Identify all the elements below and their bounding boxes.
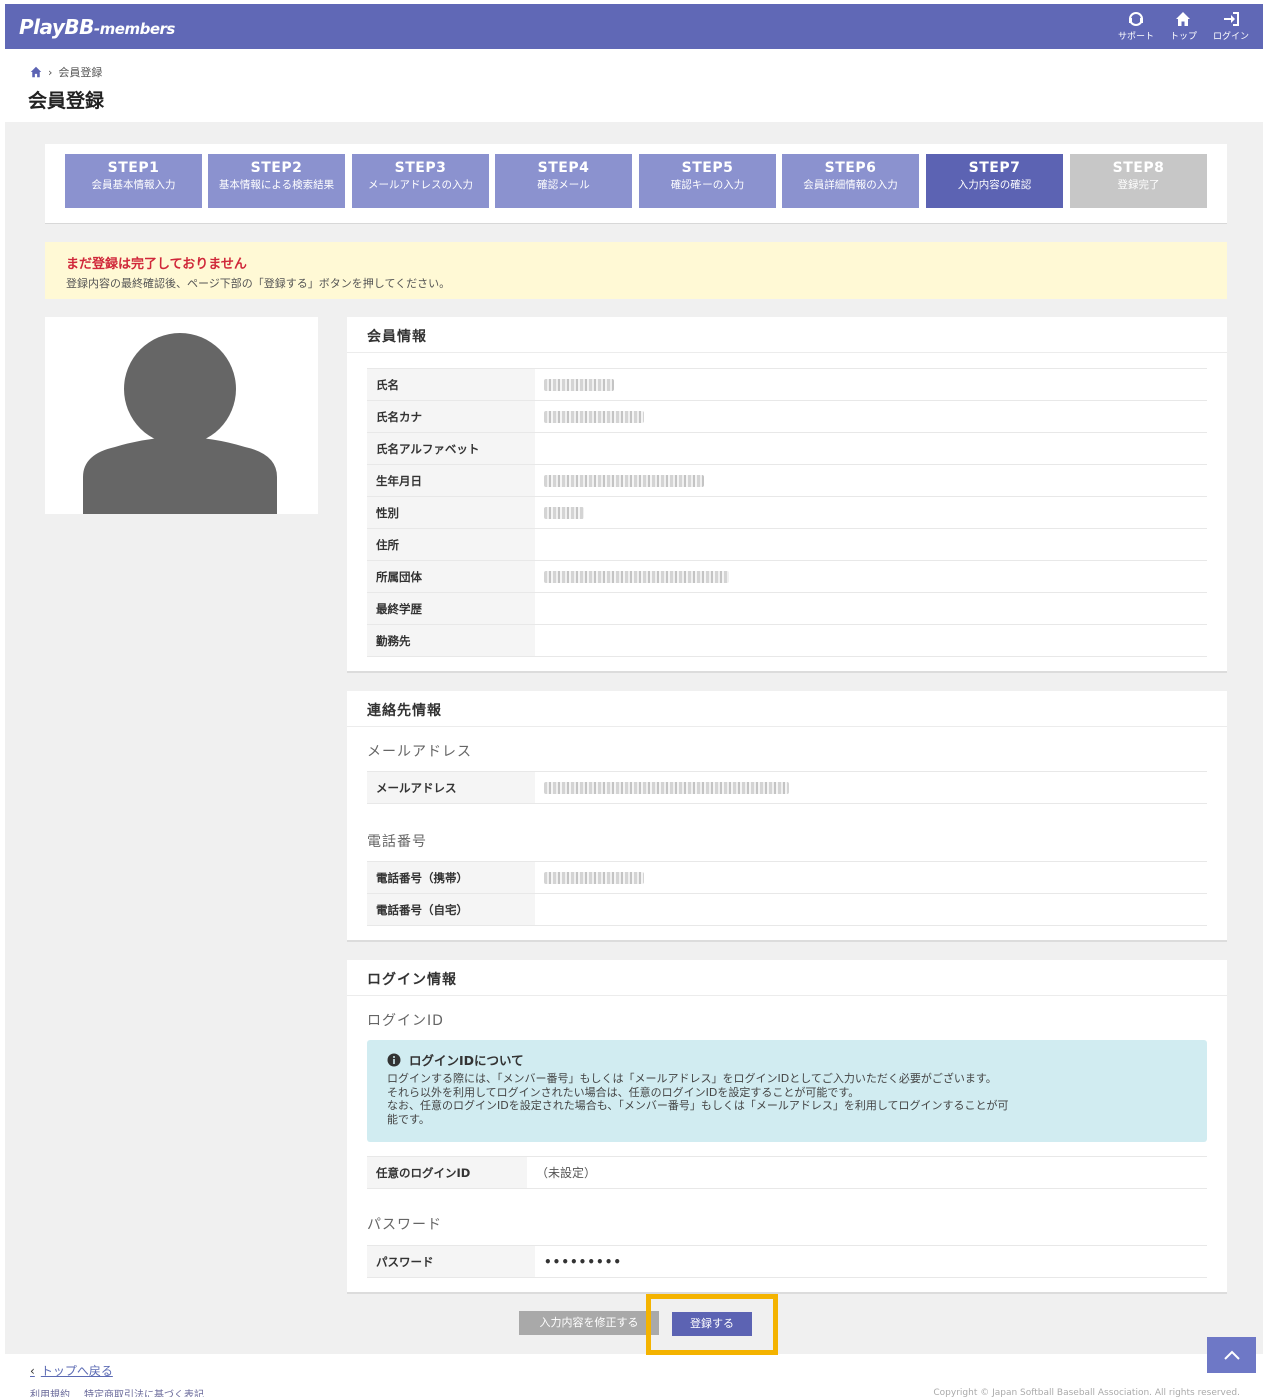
user-silhouette-icon bbox=[83, 333, 277, 514]
notice-title: まだ登録は完了しておりません bbox=[66, 257, 247, 272]
member-info-card: 会員情報 氏名 氏名カナ 氏名アルファベット 生年月日 性別 住所 所属団体 最… bbox=[347, 317, 1227, 673]
redacted-value bbox=[544, 379, 614, 391]
table-row: 氏名カナ bbox=[367, 401, 1207, 433]
login-info-card: ログイン情報 ログインID ログインIDについて ログインする際には、「メンバー… bbox=[347, 960, 1227, 1294]
login-id-section-title: ログインID bbox=[367, 1013, 444, 1029]
site-header: PlayBB-members サポート トップ ログイン bbox=[5, 4, 1263, 49]
breadcrumb-separator: › bbox=[48, 65, 53, 79]
site-logo[interactable]: PlayBB-members bbox=[19, 15, 175, 39]
nav-support[interactable]: サポート bbox=[1118, 11, 1154, 42]
contact-info-title: 連絡先情報 bbox=[347, 691, 1227, 727]
terms-link[interactable]: 利用規約 bbox=[30, 1386, 70, 1397]
info-body: ログインする際には、「メンバー番号」もしくは「メールアドレス」をログインIDとし… bbox=[387, 1072, 1009, 1126]
redacted-value bbox=[544, 872, 644, 884]
info-icon bbox=[387, 1053, 401, 1066]
member-info-table: 氏名 氏名カナ 氏名アルファベット 生年月日 性別 住所 所属団体 最終学歴 勤… bbox=[367, 368, 1207, 657]
login-id-info-box: ログインIDについて ログインする際には、「メンバー番号」もしくは「メールアドレ… bbox=[367, 1040, 1207, 1142]
password-section-title: パスワード bbox=[367, 1217, 442, 1233]
table-row: 氏名 bbox=[367, 369, 1207, 401]
redacted-value bbox=[544, 782, 789, 794]
header-nav: サポート トップ ログイン bbox=[1118, 11, 1249, 42]
table-row: 性別 bbox=[367, 497, 1207, 529]
step-2: STEP2 基本情報による検索結果 bbox=[208, 154, 345, 208]
redacted-value bbox=[544, 571, 729, 583]
notice-body: 登録内容の最終確認後、ページ下部の「登録する」ボタンを押してください。 bbox=[66, 277, 451, 290]
chevron-up-icon bbox=[1223, 1350, 1240, 1360]
redacted-value bbox=[544, 507, 584, 519]
table-row: メールアドレス bbox=[367, 772, 1207, 804]
table-row: 生年月日 bbox=[367, 465, 1207, 497]
table-row: 氏名アルファベット bbox=[367, 433, 1207, 465]
table-row: 任意のログインID （未設定） bbox=[367, 1157, 1207, 1189]
table-row: 住所 bbox=[367, 529, 1207, 561]
breadcrumb-current: 会員登録 bbox=[58, 66, 103, 79]
login-id-table: 任意のログインID （未設定） bbox=[367, 1156, 1207, 1189]
page-title: 会員登録 bbox=[28, 90, 105, 112]
chevron-left-icon: ‹ bbox=[30, 1364, 35, 1378]
step-4: STEP4 確認メール bbox=[495, 154, 632, 208]
nav-support-label: サポート bbox=[1117, 32, 1154, 42]
member-info-title: 会員情報 bbox=[347, 317, 1227, 353]
table-row: 所属団体 bbox=[367, 561, 1207, 593]
step-7: STEP7 入力内容の確認 bbox=[926, 154, 1063, 208]
table-row: 電話番号（携帯） bbox=[367, 862, 1207, 894]
table-row: 電話番号（自宅） bbox=[367, 894, 1207, 926]
copyright: Copyright © Japan Softball Baseball Asso… bbox=[933, 1388, 1240, 1397]
step-5: STEP5 確認キーの入力 bbox=[639, 154, 776, 208]
step-8: STEP8 登録完了 bbox=[1070, 154, 1207, 208]
step-6: STEP6 会員詳細情報の入力 bbox=[782, 154, 919, 208]
step-1: STEP1 会員基本情報入力 bbox=[65, 154, 202, 208]
phone-table: 電話番号（携帯） 電話番号（自宅） bbox=[367, 861, 1207, 926]
login-info-title: ログイン情報 bbox=[347, 960, 1227, 996]
register-button[interactable]: 登録する bbox=[672, 1312, 752, 1336]
nav-login[interactable]: ログイン bbox=[1213, 11, 1249, 42]
breadcrumb: › 会員登録 bbox=[30, 64, 102, 80]
back-to-top-link[interactable]: ‹ トップへ戻る bbox=[30, 1362, 113, 1379]
info-title: ログインIDについて bbox=[409, 1053, 524, 1068]
registration-notice: まだ登録は完了しておりません 登録内容の最終確認後、ページ下部の「登録する」ボタ… bbox=[45, 242, 1227, 299]
step-3: STEP3 メールアドレスの入力 bbox=[352, 154, 489, 208]
redacted-value bbox=[544, 411, 644, 423]
home-icon bbox=[1176, 12, 1191, 26]
main-content: STEP1 会員基本情報入力 STEP2 基本情報による検索結果 STEP3 メールア… bbox=[5, 122, 1263, 1355]
table-row: パスワード ••••••••• bbox=[367, 1246, 1207, 1278]
phone-section-title: 電話番号 bbox=[367, 834, 427, 850]
password-table: パスワード ••••••••• bbox=[367, 1245, 1207, 1278]
footer-links: 利用規約 特定商取引法に基づく表記 bbox=[30, 1386, 204, 1397]
step-indicator: STEP1 会員基本情報入力 STEP2 基本情報による検索結果 STEP3 メールア… bbox=[45, 144, 1227, 224]
home-icon[interactable] bbox=[30, 66, 42, 78]
commerce-law-link[interactable]: 特定商取引法に基づく表記 bbox=[84, 1386, 204, 1397]
redacted-value bbox=[544, 475, 704, 487]
login-icon bbox=[1223, 12, 1239, 26]
edit-input-button[interactable]: 入力内容を修正する bbox=[519, 1311, 659, 1335]
email-section-title: メールアドレス bbox=[367, 744, 472, 760]
nav-login-label: ログイン bbox=[1212, 32, 1249, 42]
scroll-to-top-button[interactable] bbox=[1207, 1337, 1256, 1373]
table-row: 勤務先 bbox=[367, 625, 1207, 657]
nav-top-label: トップ bbox=[1169, 32, 1197, 42]
avatar bbox=[45, 317, 318, 514]
email-table: メールアドレス bbox=[367, 771, 1207, 804]
nav-top[interactable]: トップ bbox=[1170, 11, 1197, 42]
contact-info-card: 連絡先情報 メールアドレス メールアドレス 電話番号 電話番号（携帯） 電話番号… bbox=[347, 691, 1227, 942]
table-row: 最終学歴 bbox=[367, 593, 1207, 625]
support-icon bbox=[1128, 12, 1143, 26]
